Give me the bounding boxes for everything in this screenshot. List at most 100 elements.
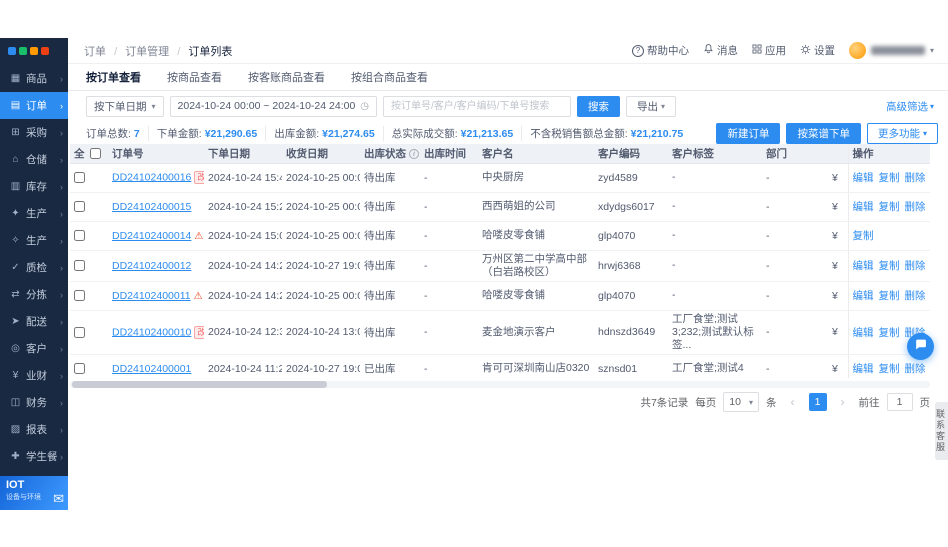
row-checkbox[interactable] (74, 201, 85, 213)
amount-cell-clipped: ¥ (828, 221, 848, 251)
page-size-select[interactable]: 10 ▾ (723, 392, 759, 412)
advanced-filter-link[interactable]: 高级筛选 ▾ (886, 99, 934, 114)
order-number-link[interactable]: DD24102400011 (112, 290, 191, 302)
edit-link[interactable]: 编辑 (853, 260, 874, 272)
order-number-link[interactable]: DD24102400016 (112, 171, 191, 183)
row-checkbox[interactable] (74, 230, 85, 242)
sidebar-item-5[interactable]: ▥ 库存 › (0, 173, 68, 200)
delete-link[interactable]: 删除 (905, 172, 926, 184)
tab-1[interactable]: 按订单查看 (86, 69, 141, 85)
edit-link[interactable]: 编辑 (853, 290, 874, 302)
row-checkbox[interactable] (74, 363, 85, 375)
copy-link[interactable]: 复制 (879, 172, 900, 184)
tab-4[interactable]: 按组合商品查看 (351, 69, 428, 85)
sidebar-iot-module[interactable]: IOT 设备与环境 ✉ (0, 476, 68, 510)
delete-link[interactable]: 删除 (905, 290, 926, 302)
order-number-link[interactable]: DD24102400012 (112, 260, 191, 272)
sidebar-item-10[interactable]: ➤ 配送 › (0, 308, 68, 335)
order-date-cell: 2024-10-24 15:46 (204, 163, 282, 193)
help-center-button[interactable]: ? 帮助中心 (631, 43, 689, 58)
horizontal-scrollbar-thumb[interactable] (72, 381, 327, 388)
edit-link[interactable]: 编辑 (853, 201, 874, 213)
sidebar-item-4[interactable]: ⌂ 仓储 › (0, 146, 68, 173)
recipe-order-button[interactable]: 按菜谱下单 (786, 122, 861, 144)
prev-page-button[interactable]: ‹ (784, 393, 802, 411)
edit-link[interactable]: 编辑 (853, 172, 874, 184)
sidebar-item-11[interactable]: ◎ 客户 › (0, 335, 68, 362)
breadcrumb: 订单 / 订单管理 / 订单列表 (84, 43, 232, 59)
quality-icon: ✓ (11, 262, 20, 273)
customer-cell: 哈喽皮零食铺 (478, 221, 594, 251)
more-functions-button[interactable]: 更多功能 ▾ (866, 122, 938, 144)
order-number-link[interactable]: DD24102400015 (112, 201, 191, 213)
row-checkbox[interactable] (74, 290, 85, 302)
ops-cell: 编辑 复制 删除 (847, 163, 930, 193)
sidebar-item-9[interactable]: ⇄ 分拣 › (0, 281, 68, 308)
settings-button[interactable]: 设置 (800, 43, 835, 58)
sidebar-item-12[interactable]: ¥ 业财 › (0, 362, 68, 389)
search-button[interactable]: 搜索 (577, 95, 621, 117)
out-time-cell: - (420, 163, 478, 193)
breadcrumb-order-management[interactable]: 订单管理 (125, 46, 169, 58)
next-page-button[interactable]: › (834, 393, 852, 411)
logo-mark (8, 47, 16, 55)
tab-2[interactable]: 按商品查看 (167, 69, 222, 85)
view-tabs: 按订单查看 按商品查看 按客账商品查看 按组合商品查看 (68, 64, 948, 91)
tags-header: 客户标签 (668, 144, 762, 164)
delete-link[interactable]: 删除 (905, 363, 926, 375)
delete-link[interactable]: 删除 (905, 201, 926, 213)
sidebar-item-8[interactable]: ✓ 质检 › (0, 254, 68, 281)
sidebar-item-7[interactable]: ✧ 生产 › (0, 227, 68, 254)
copy-link[interactable]: 复制 (879, 363, 900, 375)
row-select-cell (70, 354, 108, 378)
sidebar-item-14[interactable]: ▨ 报表 › (0, 416, 68, 443)
breadcrumb-orders[interactable]: 订单 (84, 46, 106, 58)
goto-page-input[interactable] (886, 393, 913, 411)
action-label: 帮助中心 (646, 45, 689, 57)
new-order-button[interactable]: 新建订单 (716, 122, 781, 144)
summary-stat: 订单总数: 7 (86, 125, 149, 141)
export-label: 导出 (637, 100, 659, 113)
user-menu[interactable]: ▾ (848, 42, 934, 59)
copy-link[interactable]: 复制 (879, 260, 900, 272)
row-checkbox[interactable] (74, 172, 85, 184)
sidebar-item-label: 订单 (26, 100, 47, 112)
customer-code-header: 客户编码 (594, 144, 668, 164)
customer-code-cell: xdydgs6017 (594, 192, 668, 222)
order-date-cell: 2024-10-24 12:37 (204, 310, 282, 355)
copy-link[interactable]: 复制 (853, 230, 874, 242)
apps-button[interactable]: 应用 (752, 43, 786, 58)
sidebar-item-2[interactable]: ▤ 订单 › (0, 92, 68, 119)
order-number-link[interactable]: DD24102400014 (112, 230, 191, 242)
edit-link[interactable]: 编辑 (853, 327, 874, 339)
sidebar-item-15[interactable]: ✚ 学生餐 › (0, 443, 68, 470)
bell-icon (703, 43, 714, 58)
copy-link[interactable]: 复制 (879, 327, 900, 339)
date-field-select[interactable]: 按下单日期 ▾ (86, 95, 164, 117)
search-input[interactable] (383, 95, 572, 117)
contact-service-tab[interactable]: 联系客服 (935, 402, 948, 460)
copy-link[interactable]: 复制 (879, 201, 900, 213)
sidebar-item-1[interactable]: ▦ 商品 › (0, 65, 68, 92)
order-number-link[interactable]: DD24102400001 (112, 363, 191, 375)
delete-link[interactable]: 删除 (905, 260, 926, 272)
select-all-checkbox[interactable] (90, 147, 102, 159)
tab-3[interactable]: 按客账商品查看 (248, 69, 325, 85)
info-icon[interactable]: i (409, 148, 419, 159)
row-checkbox[interactable] (74, 260, 85, 272)
advanced-filter-label: 高级筛选 (885, 100, 928, 113)
sidebar-item-3[interactable]: ⊞ 采购 › (0, 119, 68, 146)
page-1-button[interactable]: 1 (808, 393, 827, 411)
sidebar-item-13[interactable]: ◫ 财务 › (0, 389, 68, 416)
messages-button[interactable]: 消息 (703, 43, 738, 58)
row-checkbox[interactable] (74, 326, 85, 338)
dept-cell: - (762, 163, 828, 193)
export-button[interactable]: 导出 ▾ (626, 95, 677, 117)
edit-link[interactable]: 编辑 (853, 363, 874, 375)
copy-link[interactable]: 复制 (879, 290, 900, 302)
customer-service-button[interactable] (907, 333, 934, 360)
header-label: 客户名 (482, 147, 514, 160)
sidebar-item-6[interactable]: ✦ 生产 › (0, 200, 68, 227)
date-range-input[interactable]: 2024-10-24 00:00 ~ 2024-10-24 24:00 ◷ (169, 95, 378, 117)
order-number-link[interactable]: DD24102400010 (112, 326, 191, 338)
